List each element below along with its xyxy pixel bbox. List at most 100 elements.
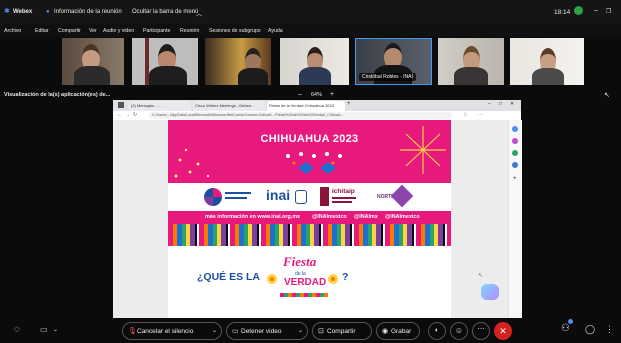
flower-icon bbox=[328, 274, 338, 284]
back-icon[interactable]: ← bbox=[117, 112, 122, 118]
webex-logo-icon: ✱ bbox=[4, 8, 10, 15]
participant-video-4[interactable] bbox=[280, 38, 349, 85]
zoom-out-button[interactable]: – bbox=[298, 91, 302, 98]
record-label: Grabar bbox=[391, 327, 412, 335]
meeting-info-link[interactable]: Información de la reunión bbox=[54, 9, 122, 15]
minimize-button[interactable]: – bbox=[594, 7, 598, 14]
restore-button[interactable]: ❐ bbox=[606, 8, 611, 15]
chat-chevron-down-icon[interactable]: ⌄ bbox=[53, 326, 58, 333]
logos-strip: inai ichitaip NORTE bbox=[168, 183, 451, 211]
menu-ayuda[interactable]: Ayuda bbox=[268, 28, 283, 34]
copilot-floating-icon[interactable] bbox=[481, 284, 499, 300]
new-tab-button[interactable]: + bbox=[347, 101, 351, 107]
audio-effects-icon[interactable]: ◐ bbox=[428, 322, 446, 340]
sarape-stripes-decoration bbox=[168, 224, 451, 246]
browser-minimize-button[interactable]: – bbox=[488, 101, 491, 107]
share-button[interactable]: ⊡ Compartir bbox=[312, 322, 372, 340]
browser-tab-active[interactable]: Fiesta de la Verdad Chihuahua 2023 bbox=[267, 101, 345, 111]
social-handle-instagram: @INAImx bbox=[354, 214, 378, 220]
verdad-word: VERDAD bbox=[284, 277, 327, 288]
share-screen-icon: ⊡ bbox=[318, 328, 324, 335]
settings-icon[interactable]: ⋯ bbox=[478, 112, 483, 118]
zoom-in-button[interactable]: + bbox=[330, 91, 334, 98]
muted-mic-icon: 🎙︎ bbox=[128, 328, 137, 335]
sistema-nacional-text-line bbox=[225, 197, 247, 199]
poster-title-text: CHIHUAHUA 2023 bbox=[260, 133, 359, 145]
chevron-up-icon[interactable]: ︿ bbox=[196, 9, 202, 18]
participant-video-1[interactable] bbox=[62, 38, 124, 85]
reload-icon[interactable]: ↻ bbox=[133, 112, 137, 118]
hide-menu-link[interactable]: Ocultar la barra de menú bbox=[132, 9, 198, 15]
inai-emblem-icon bbox=[295, 190, 307, 204]
confetti-decoration bbox=[280, 293, 328, 297]
forward-icon[interactable]: → bbox=[125, 112, 130, 118]
menu-compartir[interactable]: Compartir bbox=[58, 28, 81, 34]
record-button[interactable]: ◉ Grabar bbox=[376, 322, 420, 340]
ichitaip-logo: ichitaip bbox=[332, 188, 355, 195]
reaction-emoji-icon[interactable]: ☺ bbox=[450, 322, 468, 340]
unmute-button[interactable]: 🎙︎ Cancelar el silencio ⌄ bbox=[122, 322, 222, 340]
menu-participante[interactable]: Participante bbox=[143, 28, 170, 34]
question-prefix: ¿QUÉ ES LA bbox=[197, 271, 261, 283]
menu-archivo[interactable]: Archivo bbox=[4, 28, 21, 34]
menu-sesiones-subgrupo[interactable]: Sesiones de subgrupo bbox=[209, 28, 261, 34]
question-suffix: ? bbox=[342, 271, 349, 283]
social-handle-twitter: @INAImexico bbox=[312, 214, 347, 220]
participant-name-label: Cristóbal Robles - INAI bbox=[359, 73, 416, 81]
chat-icon[interactable]: ▭ bbox=[40, 325, 48, 334]
menu-bar: Archivo Editar Compartir Ver Audio y vid… bbox=[0, 24, 621, 37]
app-name: Webex bbox=[13, 9, 33, 15]
pop-out-icon[interactable]: ↖ bbox=[604, 91, 610, 99]
cursor-icon: ↖ bbox=[478, 273, 484, 279]
chat-bubble-icon[interactable]: ◯ bbox=[585, 324, 595, 335]
browser-maximize-button[interactable]: □ bbox=[499, 101, 502, 107]
browser-close-button[interactable]: ✕ bbox=[510, 101, 514, 107]
menu-audio-video[interactable]: Audio y video bbox=[103, 28, 134, 34]
menu-editar[interactable]: Editar bbox=[35, 28, 49, 34]
browser-window-icon bbox=[118, 102, 124, 108]
unmute-chevron-down-icon[interactable]: ⌄ bbox=[212, 327, 217, 334]
connection-status-icon bbox=[574, 6, 583, 15]
zoom-level: 64% bbox=[311, 92, 323, 98]
tools-icon[interactable] bbox=[512, 150, 518, 156]
stop-video-button[interactable]: ▭ Detener video ⌄ bbox=[226, 322, 308, 340]
participant-video-2[interactable] bbox=[132, 38, 198, 85]
address-bar[interactable]: C:/Users/.../AppData/Local/Microsoft/Win… bbox=[149, 112, 452, 119]
browser-tab-2[interactable]: Cisco Webex Meetings - Deben... bbox=[193, 101, 265, 111]
leave-meeting-button[interactable]: ✕ bbox=[494, 322, 512, 340]
meeting-control-bar bbox=[0, 318, 621, 343]
sistema-nacional-logo-icon bbox=[204, 188, 222, 206]
fiesta-word: Fiesta bbox=[283, 254, 317, 269]
info-band: más información en www.inai.org.mx @INAI… bbox=[168, 211, 451, 224]
ichitaip-text-line bbox=[332, 201, 352, 203]
inai-logo: inai bbox=[266, 187, 291, 203]
outlook-icon[interactable] bbox=[512, 162, 518, 168]
copilot-icon[interactable] bbox=[512, 138, 518, 144]
browser-tab-1[interactable]: (2) Mensajes - ... bbox=[129, 101, 191, 111]
poster-title: CHIHUAHUA 2023 bbox=[168, 133, 451, 145]
more-options-icon[interactable]: ⋯ bbox=[472, 322, 490, 340]
sistema-nacional-text-line bbox=[225, 192, 251, 194]
participant-video-7[interactable] bbox=[510, 38, 584, 85]
favorites-icon[interactable]: ☆ bbox=[463, 112, 467, 118]
search-icon[interactable] bbox=[512, 126, 518, 132]
unmute-label: Cancelar el silencio bbox=[137, 327, 194, 335]
participant-video-3[interactable] bbox=[205, 38, 271, 85]
video-chevron-down-icon[interactable]: ⌄ bbox=[298, 327, 303, 334]
participants-badge bbox=[568, 319, 573, 324]
record-icon: ◉ bbox=[382, 328, 389, 335]
info-icon[interactable]: ● bbox=[46, 9, 50, 15]
more-panels-icon[interactable]: ⋮ bbox=[605, 324, 614, 335]
participant-video-active-speaker[interactable]: Cristóbal Robles - INAI bbox=[355, 38, 432, 85]
participants-icon[interactable]: ⚇ bbox=[561, 323, 570, 334]
browser-sidebar: + bbox=[508, 120, 522, 318]
social-handle-facebook: @INAImexico bbox=[385, 214, 420, 220]
add-icon[interactable]: + bbox=[513, 176, 517, 182]
question-section: ¿QUÉ ES LA Fiesta de la VERDAD ? bbox=[168, 246, 451, 318]
participant-video-6[interactable] bbox=[438, 38, 504, 85]
share-title: Visualización de la(s) aplicación(es) de… bbox=[4, 92, 111, 98]
menu-ver[interactable]: Ver bbox=[89, 28, 97, 34]
ichitaip-emblem-icon bbox=[320, 187, 329, 206]
menu-reunion[interactable]: Reunión bbox=[180, 28, 199, 34]
reactions-icon[interactable]: ◌ bbox=[14, 324, 20, 335]
